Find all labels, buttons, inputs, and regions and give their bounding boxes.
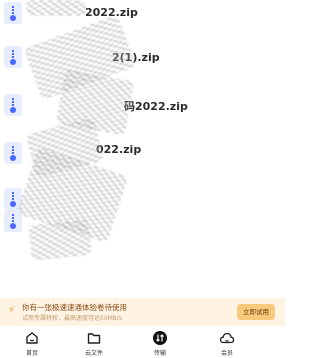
zip-file-icon bbox=[4, 2, 22, 24]
tab-label: 首页 bbox=[25, 350, 38, 357]
file-name: 码2022.zip bbox=[124, 100, 188, 113]
tab-label: 会员 bbox=[220, 350, 233, 357]
tab-label: 传输 bbox=[153, 350, 166, 357]
redaction-overlay bbox=[28, 218, 92, 262]
zip-file-icon bbox=[4, 94, 22, 116]
try-now-button[interactable]: 立即试用 bbox=[237, 304, 275, 320]
bottom-tab-bar: 首页 云文件 传输 会员 bbox=[0, 328, 285, 358]
transfer-icon bbox=[153, 331, 167, 345]
speed-coupon-icon: ⚡ bbox=[8, 305, 16, 316]
tab-home[interactable]: 首页 bbox=[12, 330, 52, 357]
home-icon bbox=[26, 332, 38, 344]
tab-label: 云文件 bbox=[84, 350, 103, 357]
redaction-overlay bbox=[26, 0, 86, 16]
zip-file-icon bbox=[4, 142, 22, 164]
tab-member[interactable]: 会员 bbox=[207, 330, 247, 357]
tab-transfer[interactable]: 传输 bbox=[140, 330, 180, 357]
tab-cloud-files[interactable]: 云文件 bbox=[74, 330, 114, 357]
folder-icon bbox=[87, 333, 101, 344]
zip-file-icon bbox=[4, 46, 22, 68]
promo-banner[interactable]: ⚡ 你有一张极速速通体验卷待使用 试用专属特权，最高速度可达50MB/s 立即试… bbox=[0, 298, 285, 326]
cloud-member-icon bbox=[219, 332, 235, 344]
promo-subtitle: 试用专属特权，最高速度可达50MB/s bbox=[22, 315, 123, 322]
promo-title: 你有一张极速速通体验卷待使用 bbox=[22, 303, 127, 312]
